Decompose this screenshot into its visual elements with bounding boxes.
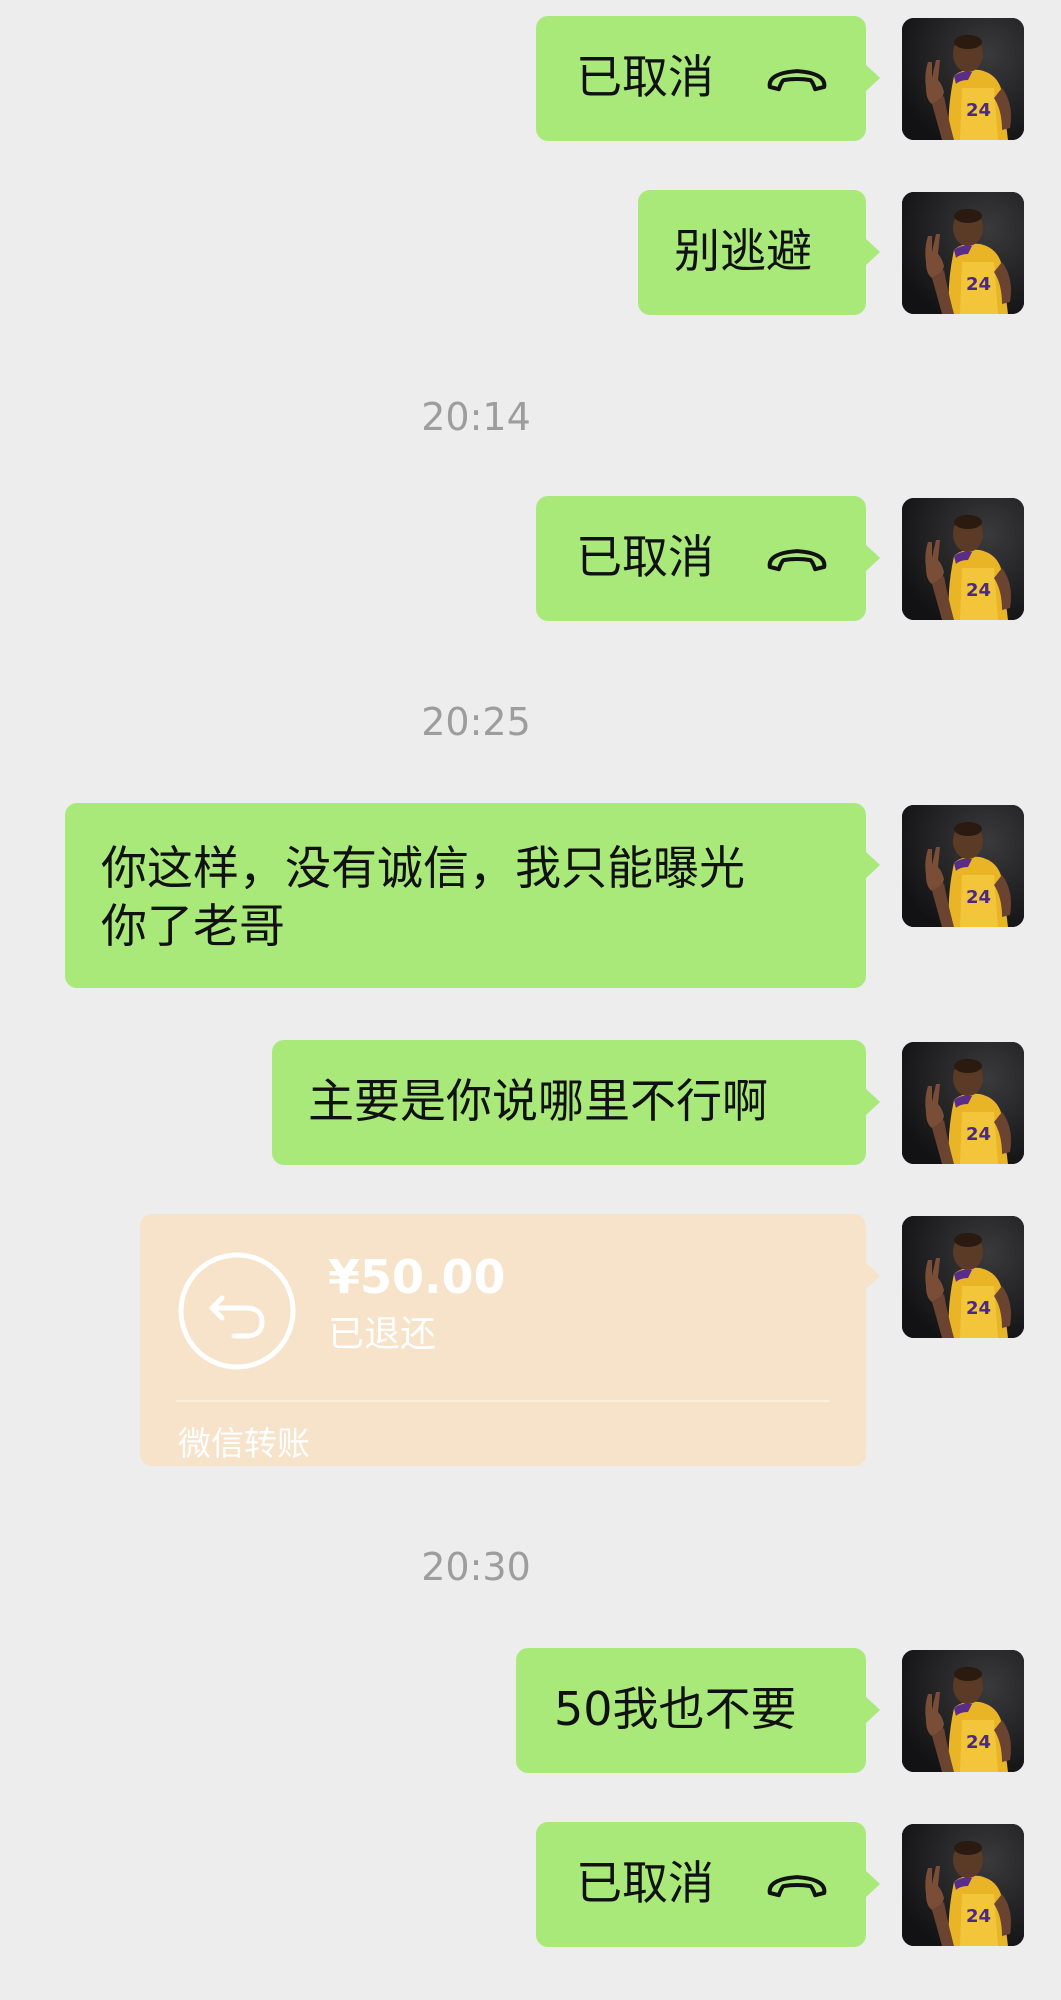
bubble-tail: [865, 1696, 880, 1724]
avatar[interactable]: [902, 1042, 1024, 1164]
avatar[interactable]: [902, 18, 1024, 140]
bubble-tail: [865, 1262, 880, 1290]
message-row: 已取消: [0, 1822, 1061, 1947]
timestamp: 20:25: [421, 700, 531, 744]
message-row: 你这样，没有诚信，我只能曝光 你了老哥: [0, 803, 1061, 988]
bubble-tail: [865, 238, 880, 266]
message-text: 主要是你说哪里不行啊: [308, 1074, 768, 1128]
transfer-label: 微信转账: [178, 1424, 310, 1463]
avatar[interactable]: [902, 498, 1024, 620]
divider: [176, 1400, 830, 1402]
call-bubble[interactable]: 已取消: [536, 16, 880, 141]
avatar[interactable]: [902, 1216, 1024, 1338]
message-row: ¥50.00 已退还 微信转账: [0, 1214, 1061, 1466]
bubble-tail: [865, 851, 880, 879]
avatar[interactable]: [902, 192, 1024, 314]
bubble-tail: [865, 544, 880, 572]
message-text: 你这样，没有诚信，我只能曝光 你了老哥: [101, 841, 745, 953]
phone-hangup-icon: [762, 542, 832, 576]
chat-area[interactable]: 已取消 别逃避 20:14 已取消 20:25 你这样，没有诚信，我只能曝光 你…: [0, 0, 1061, 2000]
bubble-tail: [865, 1870, 880, 1898]
transfer-status: 已退还: [328, 1314, 437, 1355]
message-text: 别逃避: [674, 224, 812, 278]
transfer-amount: ¥50.00: [328, 1250, 506, 1304]
message-row: 别逃避: [0, 190, 1061, 315]
message-row: 主要是你说哪里不行啊: [0, 1040, 1061, 1165]
bubble-tail: [865, 64, 880, 92]
text-bubble[interactable]: 50我也不要: [516, 1648, 880, 1773]
text-bubble[interactable]: 别逃避: [638, 190, 880, 315]
timestamp: 20:14: [421, 395, 531, 439]
avatar[interactable]: [902, 1650, 1024, 1772]
text-bubble[interactable]: 主要是你说哪里不行啊: [272, 1040, 880, 1165]
text-bubble[interactable]: 你这样，没有诚信，我只能曝光 你了老哥: [65, 803, 880, 988]
message-row: 50我也不要: [0, 1648, 1061, 1773]
avatar[interactable]: [902, 1824, 1024, 1946]
call-bubble[interactable]: 已取消: [536, 1822, 880, 1947]
message-text: 50我也不要: [554, 1682, 797, 1736]
call-bubble[interactable]: 已取消: [536, 496, 880, 621]
phone-hangup-icon: [762, 1868, 832, 1902]
transfer-card[interactable]: ¥50.00 已退还 微信转账: [140, 1214, 880, 1466]
message-row: 已取消: [0, 16, 1061, 141]
message-row: 已取消: [0, 496, 1061, 621]
bubble-tail: [865, 1088, 880, 1116]
avatar[interactable]: [902, 805, 1024, 927]
return-arrow-icon: [178, 1252, 296, 1370]
phone-hangup-icon: [762, 62, 832, 96]
timestamp: 20:30: [421, 1545, 531, 1589]
